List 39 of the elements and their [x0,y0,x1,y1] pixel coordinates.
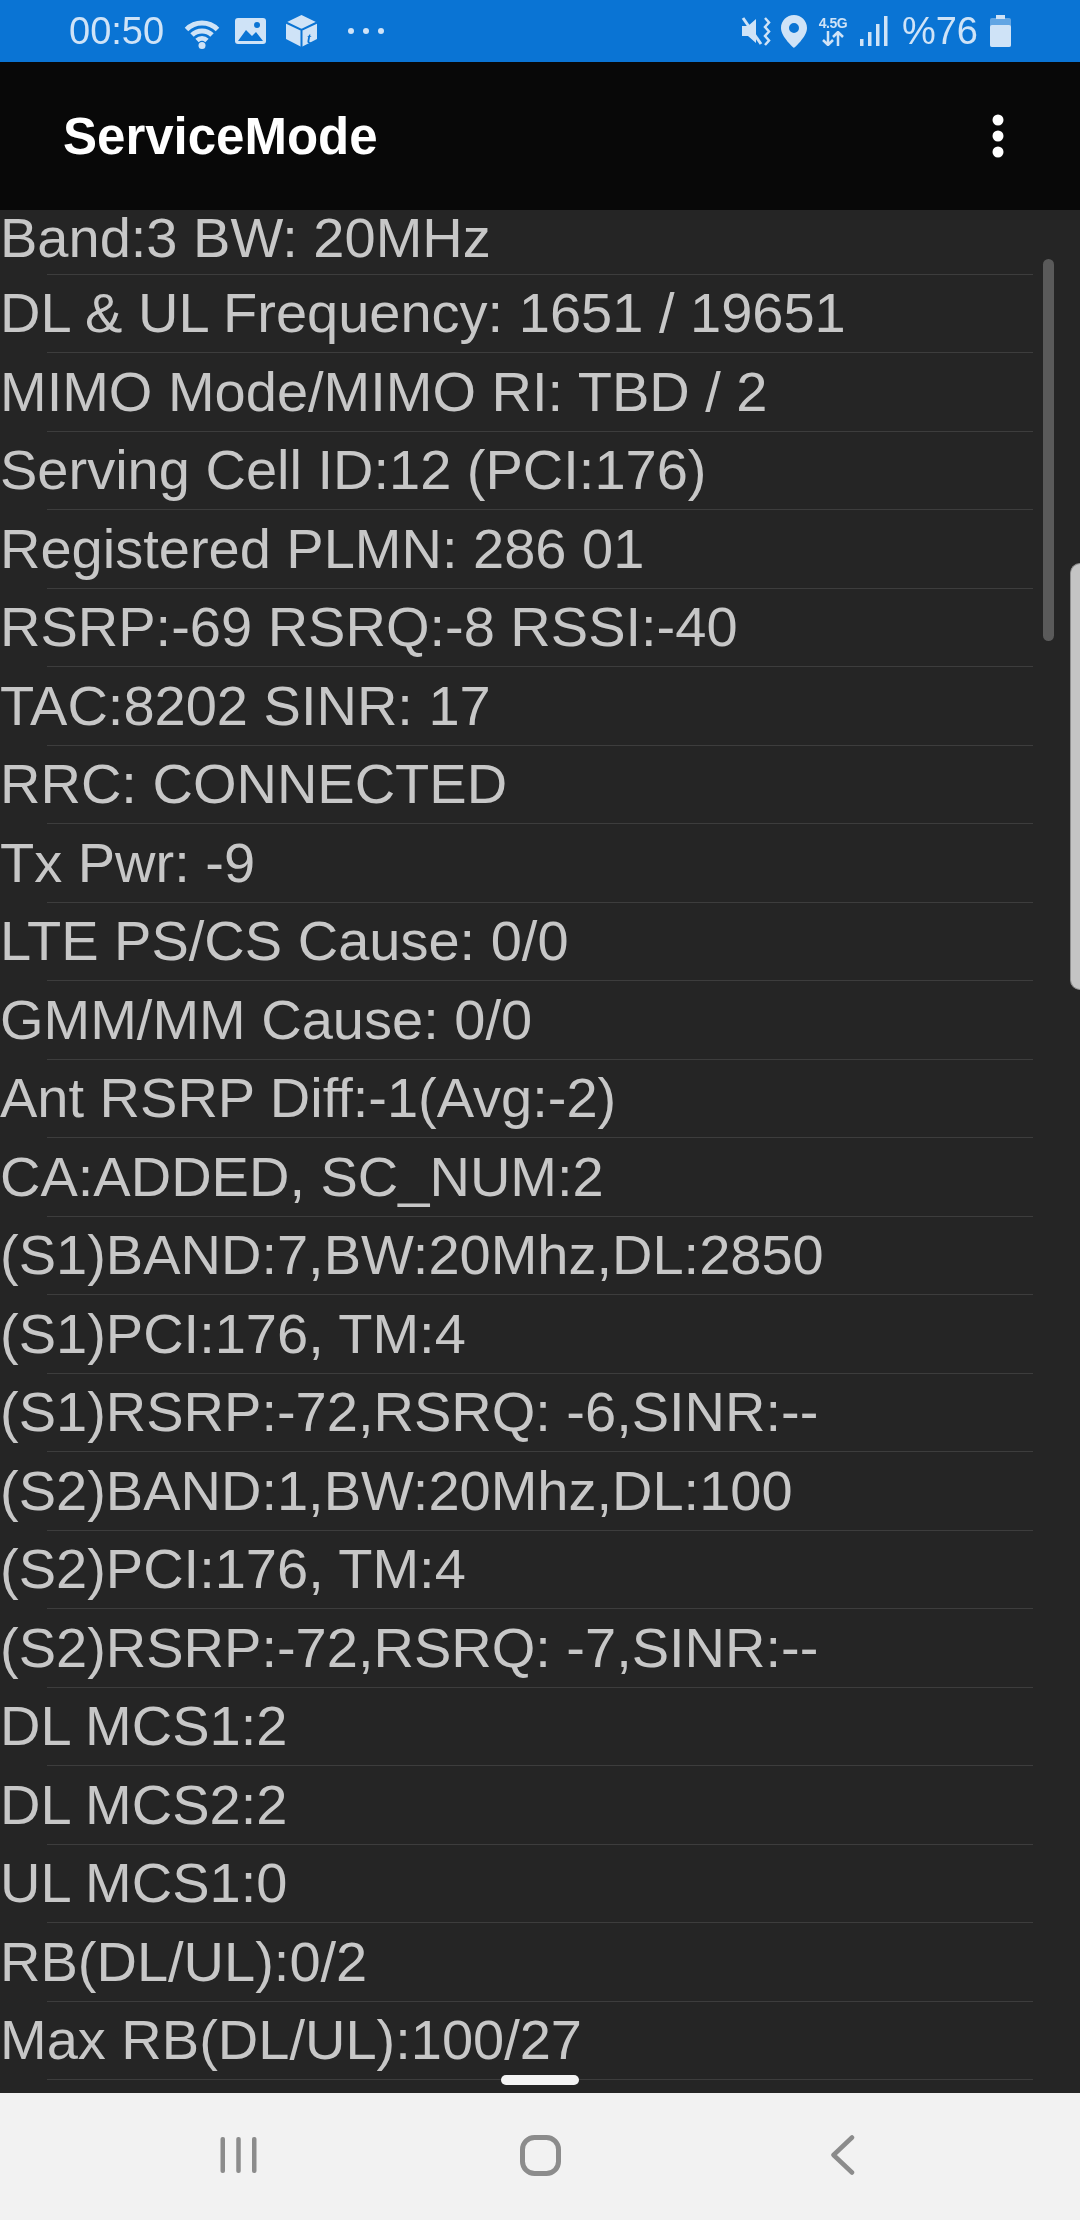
info-line: (S1)BAND:7,BW:20Mhz,DL:2850 [0,1227,824,1284]
info-line: Tx Pwr: -9 [0,834,256,891]
info-line: DL & UL Frequency: 1651 / 19651 [0,285,846,342]
edge-panel-handle[interactable] [1070,563,1080,990]
info-line: Band:3 BW: 20MHz [0,210,491,267]
info-line: RSRP:-69 RSRQ:-8 RSSI:-40 [0,599,738,656]
info-line: Serving Cell ID:12 (PCI:176) [0,442,707,499]
info-line: (S2)PCI:176, TM:4 [0,1541,466,1598]
info-line: MIMO Mode/MIMO RI: TBD / 2 [0,363,768,420]
cube-icon: t [285,14,319,48]
back-button[interactable] [829,2135,855,2178]
info-line: DL MCS2:2 [0,1776,288,1833]
clock-time: 00:50 [69,12,165,50]
network-type-label: 4.5G [818,16,848,30]
kebab-menu-icon [992,114,1004,158]
app-title: ServiceMode [63,110,378,162]
location-pin-icon [780,14,807,48]
battery-percent: %76 [901,12,978,50]
info-line: (S1)RSRP:-72,RSRQ: -6,SINR:-- [0,1384,819,1441]
back-icon [829,2135,855,2175]
info-line: RRC: CONNECTED [0,756,508,813]
info-line: LTE PS/CS Cause: 0/0 [0,913,569,970]
recent-apps-icon [219,2137,257,2173]
image-icon [235,18,267,44]
speaker-muted-icon [740,16,772,46]
home-icon [519,2134,561,2176]
battery-icon [990,15,1011,47]
more-notifications-icon [348,28,385,34]
signal-bars-icon [859,16,888,46]
info-line: Max RB(DL/UL):100/27 [0,2012,582,2069]
info-line: TAC:8202 SINR: 17 [0,677,491,734]
info-line: UL MCS1:0 [0,1855,288,1912]
info-line: DL MCS1:2 [0,1698,288,1755]
info-line: GMM/MM Cause: 0/0 [0,991,533,1048]
recent-apps-button[interactable] [219,2137,257,2176]
info-line: Ant RSRP Diff:-1(Avg:-2) [0,1070,617,1127]
home-button[interactable] [519,2134,561,2179]
data-arrows-icon [821,31,844,46]
info-line: CA:ADDED, SC_NUM:2 [0,1148,604,1205]
